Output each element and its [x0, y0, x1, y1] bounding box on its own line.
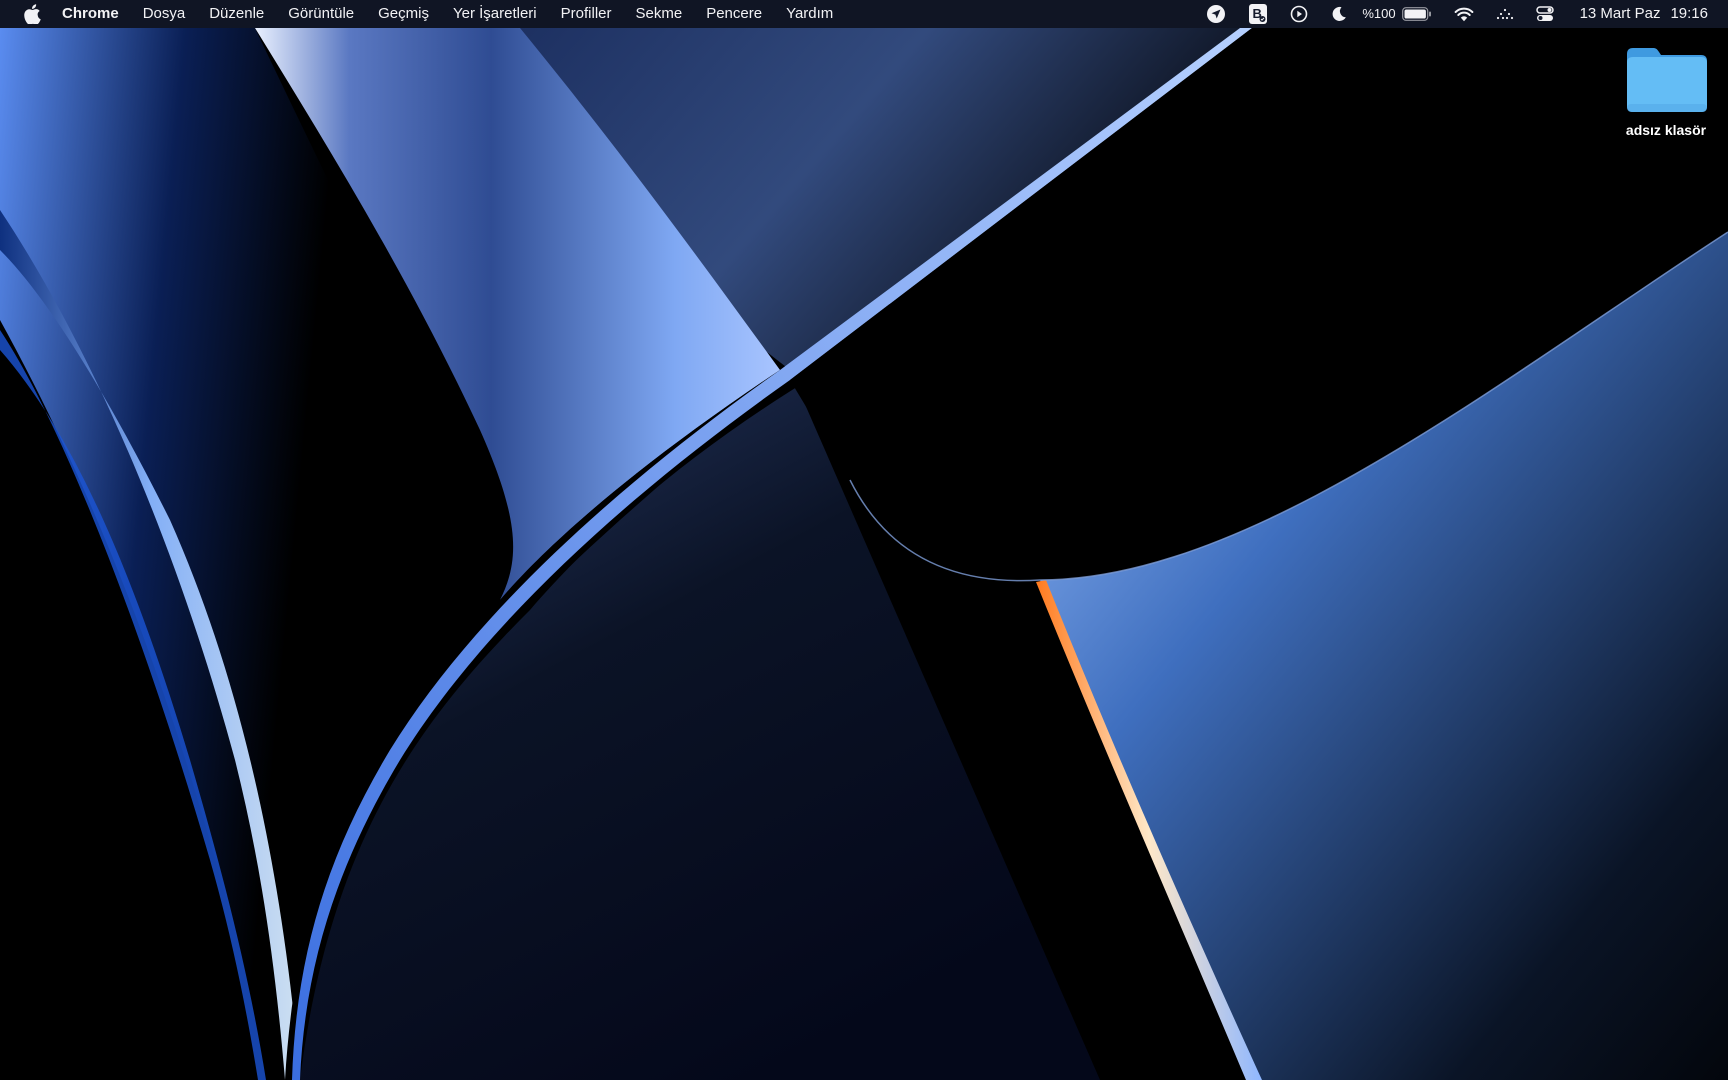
- menu-goruntule[interactable]: Görüntüle: [288, 0, 354, 28]
- menu-date[interactable]: 13 Mart Paz: [1580, 0, 1661, 28]
- wifi-icon[interactable]: [1454, 0, 1474, 28]
- control-center-icon[interactable]: [1535, 0, 1554, 28]
- folder-icon: [1627, 48, 1707, 112]
- wallpaper: [0, 0, 1728, 1080]
- menu-time[interactable]: 19:16: [1670, 0, 1708, 28]
- menu-profiller[interactable]: Profiller: [561, 0, 612, 28]
- battery-status[interactable]: %100: [1362, 0, 1431, 28]
- battery-icon: [1401, 7, 1431, 21]
- menu-duzenle[interactable]: Düzenle: [209, 0, 264, 28]
- menu-bar-status: B %100 13 Mart Paz 19:16: [1184, 0, 1728, 28]
- menu-app-name[interactable]: Chrome: [62, 0, 119, 28]
- folder-label: adsız klasör: [1625, 122, 1707, 138]
- moon-icon[interactable]: [1330, 0, 1348, 28]
- menu-bar: Chrome Dosya Düzenle Görüntüle Geçmiş Ye…: [0, 0, 1728, 28]
- desktop-folder[interactable]: adsız klasör: [1612, 44, 1720, 138]
- apple-logo-icon[interactable]: [22, 4, 42, 24]
- menu-yer-isaretleri[interactable]: Yer İşaretleri: [453, 0, 537, 28]
- menu-yardim[interactable]: Yardım: [786, 0, 833, 28]
- location-arrow-icon[interactable]: [1206, 0, 1226, 28]
- bitwarden-icon[interactable]: B: [1248, 0, 1268, 28]
- battery-percent: %100: [1362, 6, 1396, 21]
- menu-sekme[interactable]: Sekme: [636, 0, 683, 28]
- menu-dosya[interactable]: Dosya: [143, 0, 186, 28]
- menu-gecmis[interactable]: Geçmiş: [378, 0, 429, 28]
- menu-pencere[interactable]: Pencere: [706, 0, 762, 28]
- desktop[interactable]: Chrome Dosya Düzenle Görüntüle Geçmiş Ye…: [0, 0, 1728, 1080]
- dots-icon[interactable]: [1496, 0, 1514, 28]
- play-circle-icon[interactable]: [1290, 0, 1308, 28]
- menu-bar-left: Chrome Dosya Düzenle Görüntüle Geçmiş Ye…: [0, 0, 857, 28]
